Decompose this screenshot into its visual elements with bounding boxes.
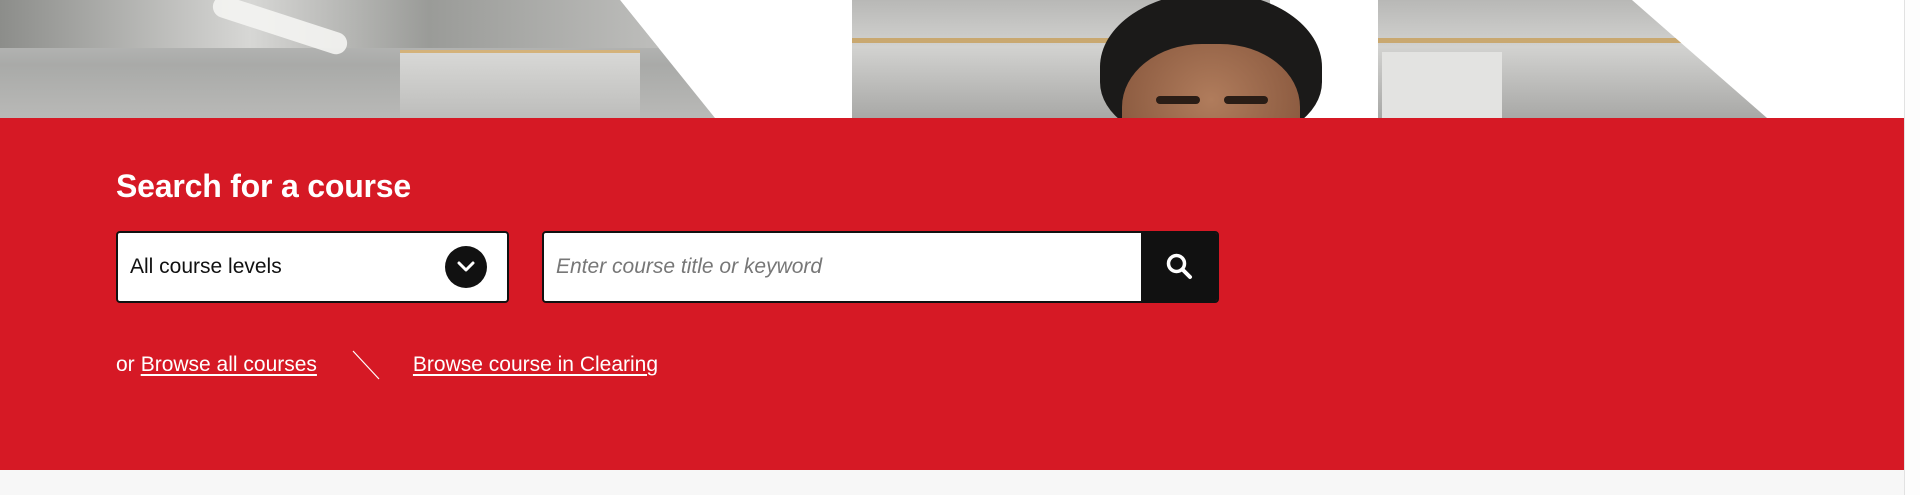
browse-clearing-link[interactable]: Browse course in Clearing xyxy=(413,353,658,377)
course-search-panel: Search for a course All course levels En… xyxy=(0,118,1904,470)
chevron-down-icon xyxy=(445,246,487,288)
course-level-selected: All course levels xyxy=(130,255,282,278)
scrollbar-track[interactable] xyxy=(1904,0,1920,495)
course-search-input[interactable] xyxy=(544,233,1141,301)
hero-image xyxy=(0,0,1904,118)
browse-links: or Browse all courses Browse course in C… xyxy=(116,350,658,380)
hero-person xyxy=(1100,0,1322,118)
course-search-box xyxy=(542,231,1219,303)
slash-divider xyxy=(351,350,381,380)
or-text: or xyxy=(116,353,135,376)
page: Search for a course All course levels En… xyxy=(0,0,1920,495)
course-level-select[interactable]: All course levels xyxy=(116,231,509,303)
search-title: Search for a course xyxy=(116,168,411,204)
page-background xyxy=(0,470,1904,495)
hero-photo-left xyxy=(0,0,715,118)
browse-all-courses-link[interactable]: Browse all courses xyxy=(141,353,317,377)
search-button[interactable] xyxy=(1141,233,1217,301)
search-icon xyxy=(1165,252,1193,283)
